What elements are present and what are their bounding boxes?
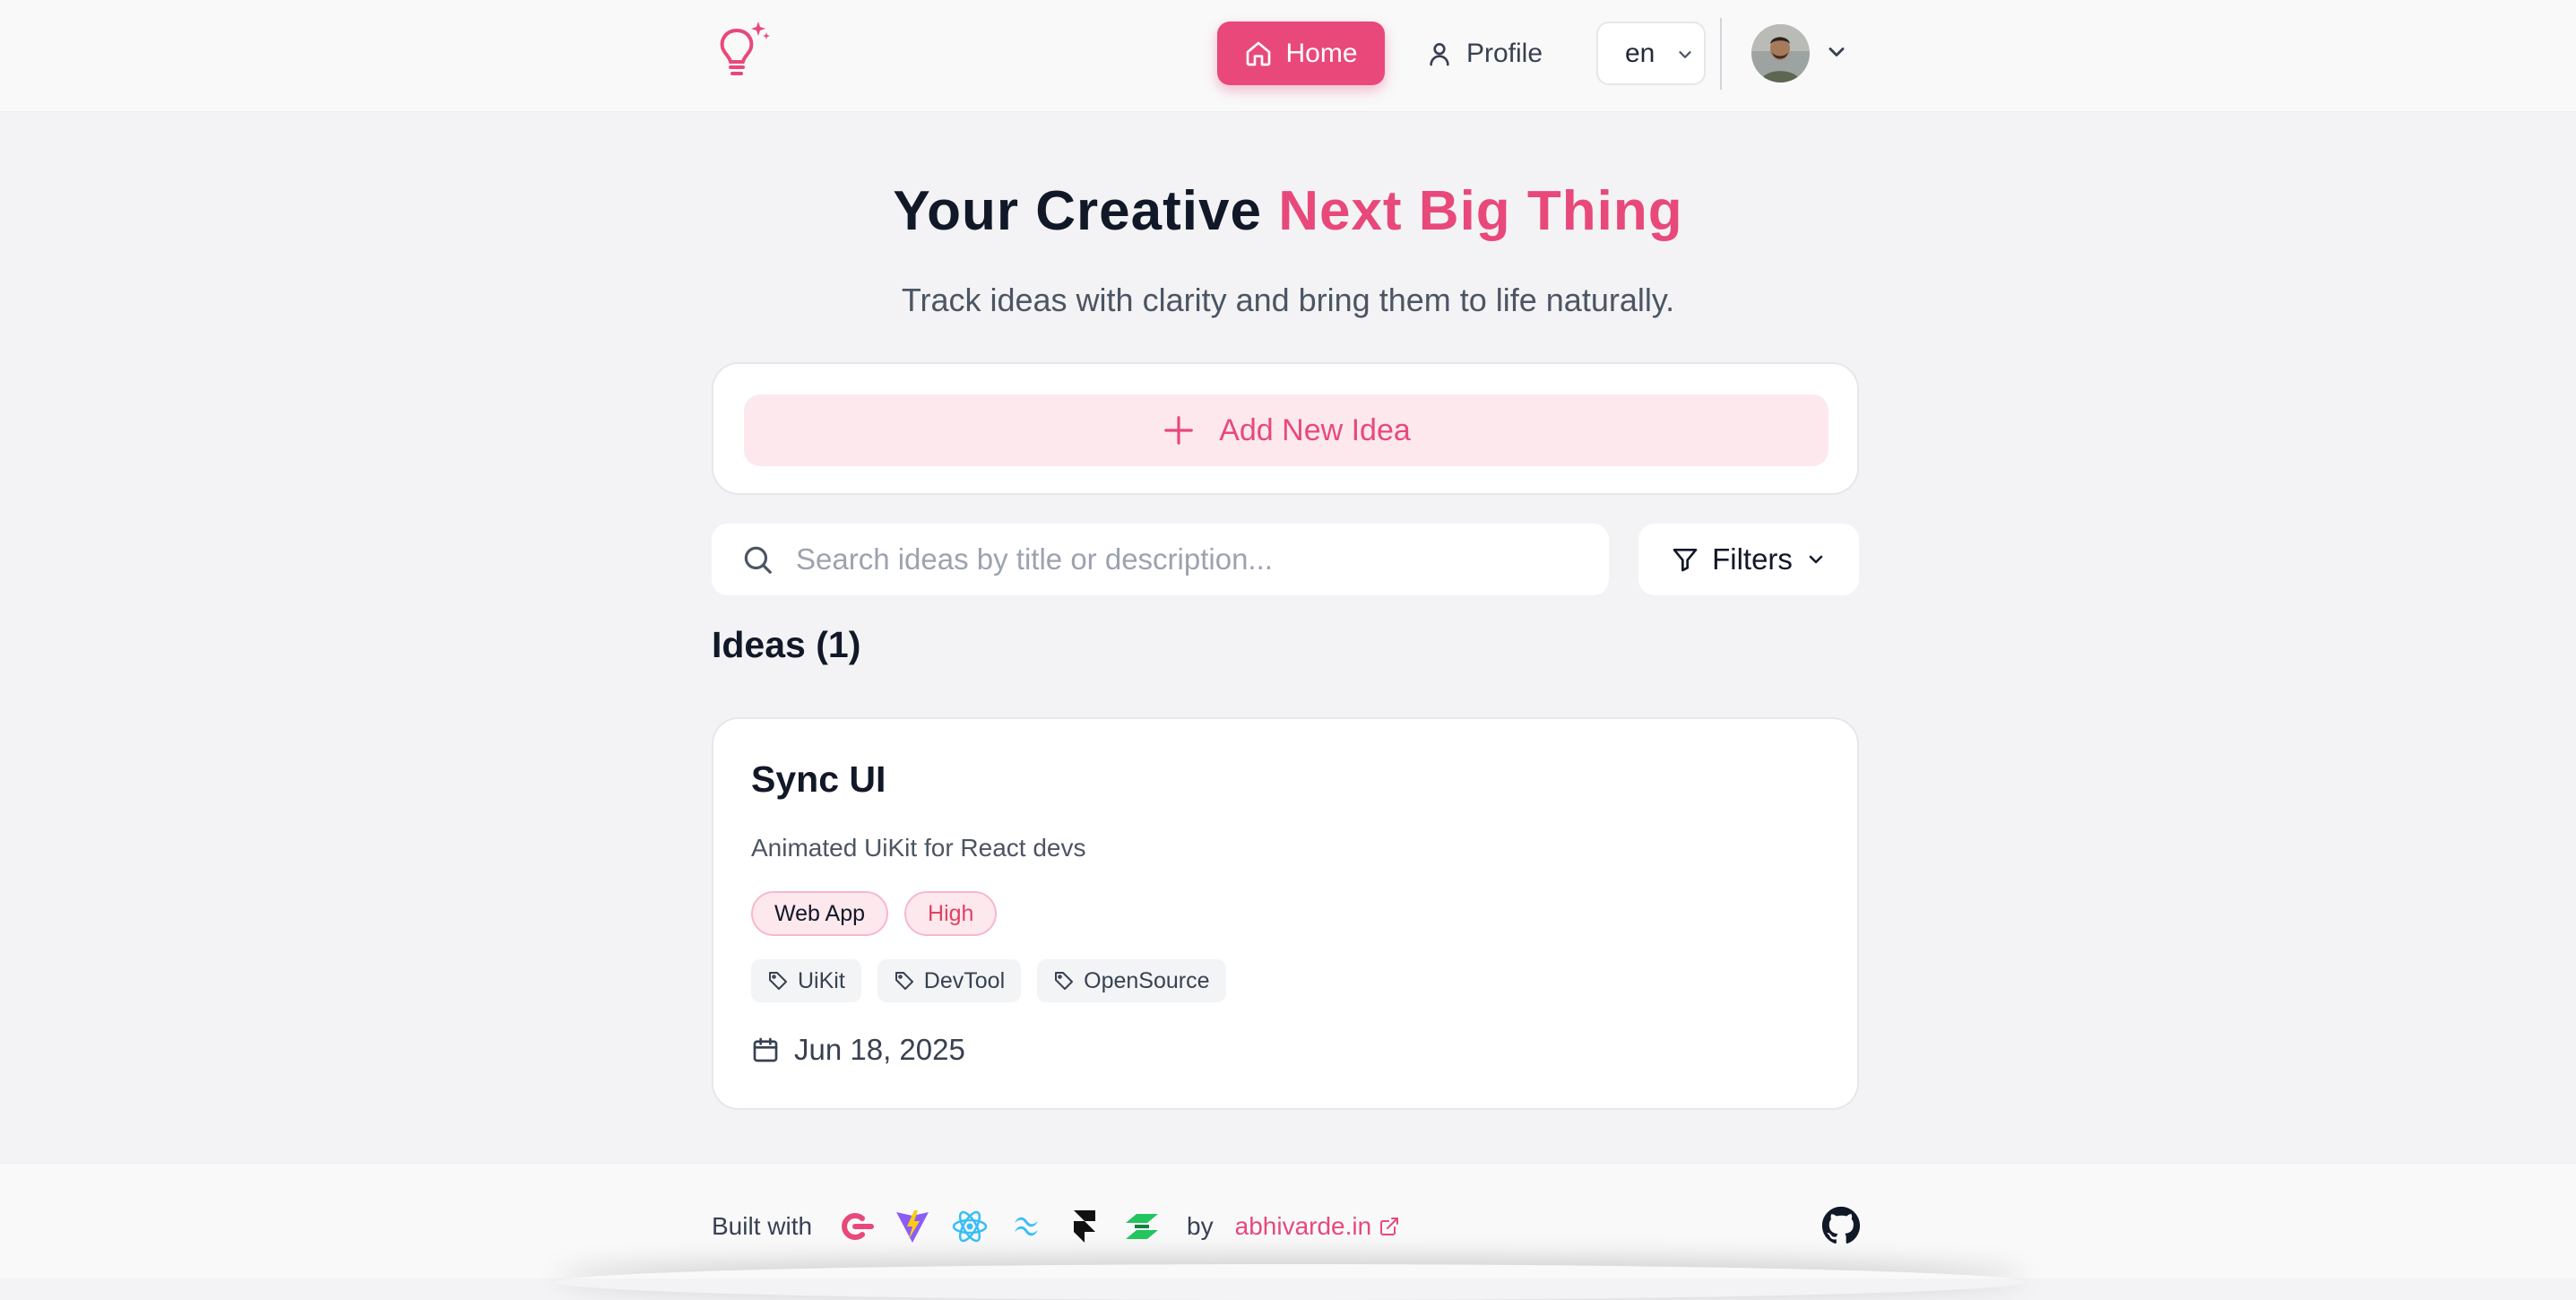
page-title: Your Creative Next Big Thing bbox=[0, 179, 2576, 243]
filter-icon bbox=[1673, 549, 1698, 572]
footer-credits: Built with by abhivarde.in bbox=[712, 1207, 1400, 1246]
user-avatar[interactable] bbox=[1751, 24, 1810, 82]
lightbulb-logo-icon[interactable] bbox=[717, 20, 771, 79]
calendar-icon bbox=[753, 1037, 778, 1062]
chevron-down-icon bbox=[1679, 51, 1691, 58]
tag-label: DevTool bbox=[923, 967, 1006, 993]
idea-description: Animated UiKit for React devs bbox=[751, 834, 1086, 862]
nav-home-label: Home bbox=[1285, 38, 1358, 68]
nav-home-button[interactable]: Home bbox=[1217, 22, 1385, 85]
user-icon bbox=[1430, 42, 1449, 65]
tag-label: OpenSource bbox=[1084, 967, 1210, 993]
tag-chip: UiKit bbox=[751, 959, 861, 1002]
tag-chip: OpenSource bbox=[1037, 959, 1226, 1002]
top-navbar: Home Profile en bbox=[0, 0, 2576, 112]
add-idea-button[interactable]: Add New Idea bbox=[744, 394, 1828, 466]
nav-profile-label: Profile bbox=[1466, 38, 1543, 68]
appwrite-icon[interactable] bbox=[835, 1207, 875, 1246]
page-subtitle: Track ideas with clarity and bring them … bbox=[901, 282, 1675, 318]
filters-label: Filters bbox=[1712, 542, 1793, 576]
nav-divider bbox=[1720, 18, 1722, 90]
tech-stack-icons bbox=[835, 1207, 1162, 1246]
tag-label: UiKit bbox=[798, 967, 845, 993]
by-label: by bbox=[1187, 1212, 1214, 1240]
title-accent: Next Big Thing bbox=[1278, 180, 1683, 242]
idea-tags: UiKit DevTool OpenSource bbox=[751, 959, 1226, 1002]
home-icon bbox=[1247, 41, 1271, 65]
idea-date-value: Jun 18, 2025 bbox=[794, 1033, 965, 1066]
idea-date: Jun 18, 2025 bbox=[751, 1033, 965, 1067]
idea-card[interactable]: Sync UI Animated UiKit for React devs We… bbox=[712, 717, 1859, 1110]
tag-icon bbox=[895, 972, 913, 990]
vite-icon[interactable] bbox=[893, 1207, 932, 1246]
avatar-image bbox=[1751, 24, 1810, 82]
external-link-icon bbox=[1380, 1218, 1399, 1235]
priority-badge: High bbox=[904, 891, 998, 936]
chevron-down-icon bbox=[1809, 555, 1823, 564]
shadcn-icon[interactable] bbox=[1122, 1207, 1162, 1246]
search-icon bbox=[744, 546, 772, 574]
tailwind-icon[interactable] bbox=[1007, 1207, 1047, 1246]
add-idea-label: Add New Idea bbox=[1219, 412, 1411, 447]
account-menu-chevron-icon[interactable] bbox=[1824, 39, 1849, 65]
add-idea-card: Add New Idea bbox=[712, 362, 1859, 495]
tag-chip: DevTool bbox=[877, 959, 1022, 1002]
built-with-label: Built with bbox=[712, 1212, 813, 1240]
category-badge: Web App bbox=[751, 891, 889, 936]
language-value: en bbox=[1625, 38, 1655, 68]
author-link[interactable]: abhivarde.in bbox=[1235, 1212, 1401, 1241]
nav-profile-button[interactable]: Profile bbox=[1425, 22, 1551, 85]
author-link-text: abhivarde.in bbox=[1234, 1212, 1372, 1240]
idea-badges: Web App High bbox=[751, 891, 998, 936]
framer-icon[interactable] bbox=[1065, 1207, 1104, 1246]
footer-shadow bbox=[556, 1264, 2026, 1300]
idea-title: Sync UI bbox=[751, 758, 886, 800]
search-input[interactable] bbox=[794, 542, 1583, 577]
tag-icon bbox=[769, 972, 787, 990]
github-icon[interactable] bbox=[1821, 1206, 1861, 1245]
filters-button[interactable]: Filters bbox=[1638, 524, 1859, 595]
language-select[interactable]: en bbox=[1596, 22, 1706, 85]
ideas-heading: Ideas (1) bbox=[712, 624, 861, 665]
search-bar bbox=[712, 524, 1609, 595]
tag-icon bbox=[1055, 972, 1074, 990]
plus-icon bbox=[1164, 416, 1194, 445]
title-main: Your Creative bbox=[893, 180, 1262, 242]
react-icon[interactable] bbox=[950, 1207, 990, 1246]
